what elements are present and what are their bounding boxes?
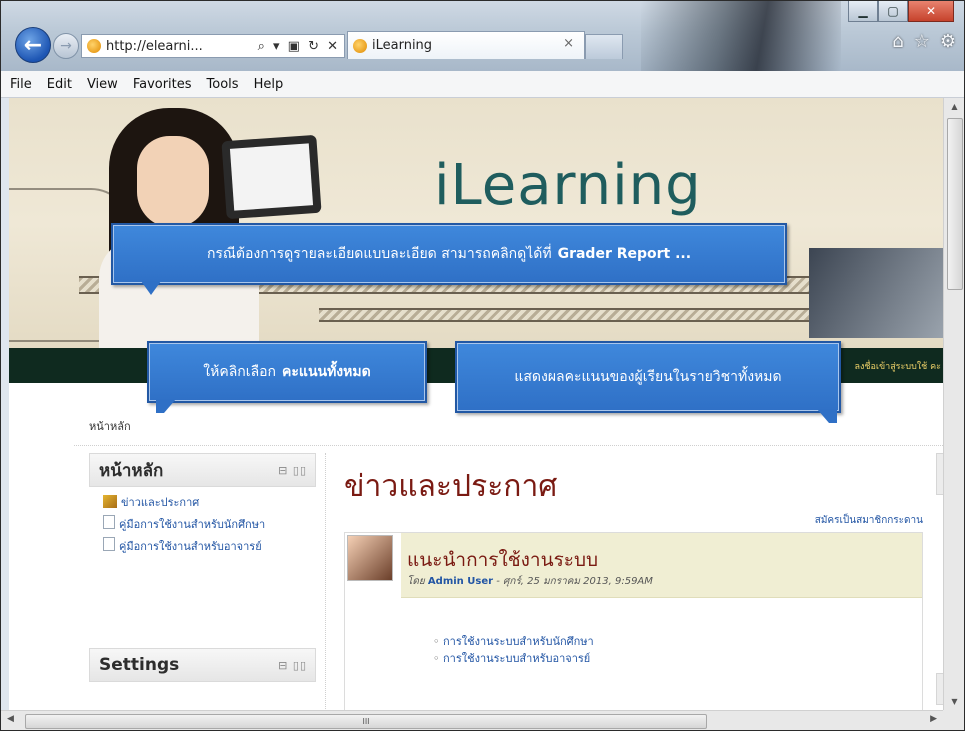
title-bar: ▁ ▢ ✕ ← → http://elearni... ⌕ ▾ ▣ ↻ ✕ iL…	[1, 1, 964, 71]
address-tools-icons[interactable]: ⌕ ▾ ▣ ↻ ✕	[258, 39, 344, 54]
post-meta: โดย Admin User - ศุกร์, 25 มกราคม 2013, …	[407, 576, 653, 587]
post-body: การใช้งานระบบสำหรับนักศึกษา การใช้งานระบ…	[433, 633, 594, 667]
scroll-thumb[interactable]	[947, 118, 963, 290]
home-icon[interactable]: ⌂	[892, 31, 903, 52]
horizontal-scrollbar[interactable]: ◀ III ▶	[1, 710, 943, 730]
page-title: ข่าวและประกาศ	[344, 469, 558, 504]
home-block-header: หน้าหลัก ⊟ ▯▯	[89, 453, 316, 487]
home-block-title: หน้าหลัก	[99, 460, 164, 481]
breadcrumb-home[interactable]: หน้าหลัก	[89, 417, 131, 435]
home-block-list: ข่าวและประกาศ คู่มือการใช้งานสำหรับนักศึ…	[89, 487, 316, 554]
scroll-up-icon[interactable]: ▲	[944, 98, 964, 115]
banner-laptop-image	[809, 248, 943, 338]
close-window-button[interactable]: ✕	[908, 1, 954, 22]
address-bar[interactable]: http://elearni... ⌕ ▾ ▣ ↻ ✕	[81, 34, 345, 58]
list-item[interactable]: คู่มือการใช้งานสำหรับอาจารย์	[103, 537, 308, 554]
document-icon	[103, 515, 115, 529]
hscroll-thumb[interactable]: III	[25, 714, 707, 729]
back-arrow-icon: ←	[23, 32, 43, 58]
new-tab-button[interactable]	[585, 34, 623, 59]
back-button[interactable]: ←	[15, 27, 51, 63]
site-logo: iLearning	[434, 153, 702, 218]
post-author-link[interactable]: Admin User	[428, 576, 493, 587]
vertical-scrollbar[interactable]: ▲ ▼	[943, 98, 964, 710]
menu-view[interactable]: View	[87, 77, 118, 92]
block-dock-icon[interactable]: ⊟ ▯▯	[278, 659, 315, 672]
subscribe-link[interactable]: สมัครเป็นสมาชิกกระดาน	[815, 513, 923, 528]
list-item[interactable]: คู่มือการใช้งานสำหรับนักศึกษา	[103, 515, 308, 532]
settings-gear-icon[interactable]: ⚙	[940, 31, 956, 52]
post-link-teacher[interactable]: การใช้งานระบบสำหรับอาจารย์	[433, 650, 594, 667]
tab-favicon-icon	[353, 38, 367, 53]
scroll-right-icon[interactable]: ▶	[930, 714, 937, 724]
forum-icon	[103, 495, 117, 508]
callout-show-scores: แสดงผลคะแนนของผู้เรียนในรายวิชาทั้งหมด	[455, 341, 841, 413]
document-icon	[103, 537, 115, 551]
window-controls: ▁ ▢ ✕	[848, 1, 954, 22]
minimize-button[interactable]: ▁	[848, 1, 878, 22]
scroll-left-icon[interactable]: ◀	[7, 714, 14, 724]
tab-ilearning[interactable]: iLearning ×	[347, 31, 585, 59]
tab-close-icon[interactable]: ×	[563, 36, 574, 51]
banner-tablet-image	[221, 134, 322, 220]
post-link-student[interactable]: การใช้งานระบบสำหรับนักศึกษา	[433, 633, 594, 650]
forward-button[interactable]: →	[53, 33, 79, 59]
site-favicon-icon	[87, 39, 101, 53]
maximize-button[interactable]: ▢	[878, 1, 908, 22]
list-item[interactable]: ข่าวและประกาศ	[103, 495, 308, 510]
menu-bar: File Edit View Favorites Tools Help	[1, 71, 964, 98]
scroll-down-icon[interactable]: ▼	[944, 693, 964, 710]
callout-select-all-scores: ให้คลิกเลือก คะแนนทั้งหมด	[147, 341, 427, 403]
browser-toolbar: ⌂ ☆ ⚙	[892, 31, 956, 52]
post-title: แนะนำการใช้งานระบบ	[407, 549, 599, 571]
tab-title: iLearning	[372, 38, 433, 53]
settings-block: Settings ⊟ ▯▯	[89, 648, 316, 682]
forum-post: แนะนำการใช้งานระบบ โดย Admin User - ศุกร…	[344, 532, 923, 710]
block-dock-icon[interactable]: ⊟ ▯▯	[278, 464, 315, 477]
favorites-star-icon[interactable]: ☆	[914, 31, 930, 52]
menu-edit[interactable]: Edit	[47, 77, 72, 92]
address-url[interactable]: http://elearni...	[106, 39, 258, 54]
forward-arrow-icon: →	[60, 38, 72, 54]
menu-favorites[interactable]: Favorites	[133, 77, 192, 92]
page-content: หน้าหลัก หน้าหลัก ⊟ ▯▯ ข่าวและประกาศ คู่…	[74, 383, 943, 710]
menu-help[interactable]: Help	[254, 77, 284, 92]
avatar[interactable]	[347, 535, 393, 581]
menu-file[interactable]: File	[10, 77, 32, 92]
callout-grader-report: กรณีต้องการดูรายละเอียดแบบละเอียด สามารถ…	[111, 223, 787, 285]
post-header: แนะนำการใช้งานระบบ โดย Admin User - ศุกร…	[401, 533, 922, 598]
menu-tools[interactable]: Tools	[207, 77, 239, 92]
login-link[interactable]: ลงชื่อเข้าสู่ระบบใช้ คะ	[854, 359, 941, 373]
settings-block-header: Settings ⊟ ▯▯	[89, 648, 316, 682]
settings-block-title: Settings	[99, 655, 180, 675]
home-block: หน้าหลัก ⊟ ▯▯ ข่าวและประกาศ คู่มือการใช้…	[89, 453, 316, 559]
browser-window: ▁ ▢ ✕ ← → http://elearni... ⌕ ▾ ▣ ↻ ✕ iL…	[0, 0, 965, 731]
